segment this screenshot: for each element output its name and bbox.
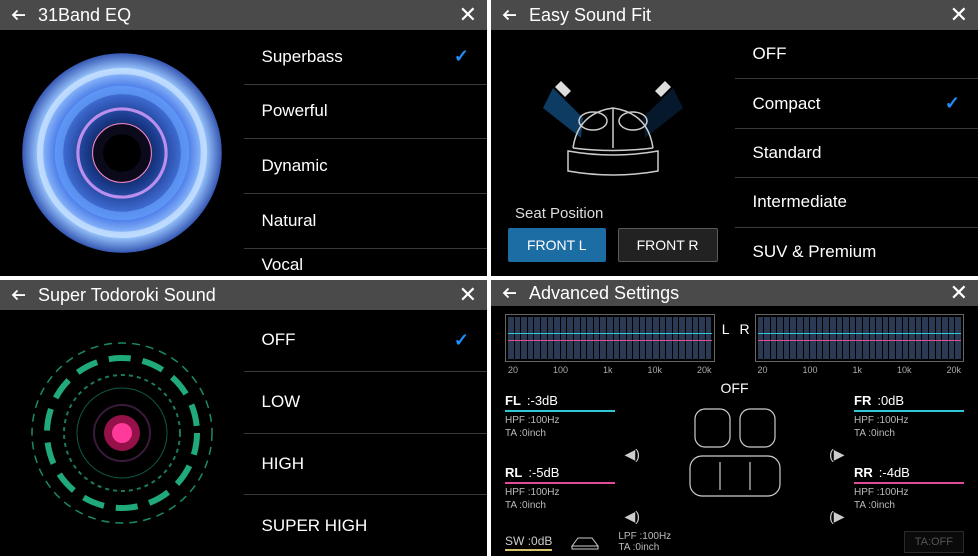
titlebar: Easy Sound Fit ✕: [491, 0, 978, 30]
panel-advanced-settings: Advanced Settings ✕ L 201001k10k20k R 20…: [491, 280, 978, 556]
back-icon[interactable]: [501, 6, 519, 24]
todoroki-list: OFF✓ LOW HIGH SUPER HIGH: [244, 310, 488, 556]
todoroki-item-low[interactable]: LOW: [244, 372, 488, 434]
lpf-block[interactable]: LPF :100Hz TA :0inch: [618, 531, 671, 553]
seat-front-r-button[interactable]: FRONT R: [618, 228, 718, 262]
spectrum-right[interactable]: R 201001k10k20k: [755, 314, 965, 362]
easyfit-list: OFF Compact✓ Standard Intermediate SUV &…: [735, 30, 978, 276]
seat-position-label: Seat Position: [515, 205, 603, 222]
channel-rl[interactable]: RL:-5dB HPF :100Hz TA :0inch: [505, 465, 615, 512]
spectrum-right-label: R: [740, 321, 750, 337]
spectrum-left-label: L: [722, 321, 730, 337]
close-icon[interactable]: ✕: [459, 2, 477, 28]
easyfit-item-intermediate[interactable]: Intermediate: [735, 178, 978, 227]
back-icon[interactable]: [10, 6, 28, 24]
panel-easy-sound-fit: Easy Sound Fit ✕: [491, 0, 978, 276]
speaker-icon: (▶: [829, 508, 844, 525]
channel-rr[interactable]: RR:-4dB HPF :100Hz TA :0inch: [854, 465, 964, 512]
subwoofer-icon: [570, 534, 600, 550]
speaker-icon: ◀): [625, 446, 640, 463]
easyfit-item-standard[interactable]: Standard: [735, 129, 978, 178]
close-icon[interactable]: ✕: [950, 280, 968, 306]
panel-title: 31Band EQ: [38, 5, 459, 26]
todoroki-artwork: [0, 310, 244, 556]
panel-31band-eq: 31Band EQ ✕: [0, 0, 487, 276]
panel-todoroki: Super Todoroki Sound ✕ OFF✓ LOW HIGH: [0, 280, 487, 556]
spectrum-left[interactable]: L 201001k10k20k: [505, 314, 715, 362]
check-icon: ✓: [454, 46, 469, 67]
panel-title: Super Todoroki Sound: [38, 285, 459, 306]
panel-title: Advanced Settings: [529, 283, 950, 304]
channel-sw[interactable]: SW :0dB: [505, 534, 552, 551]
eq-preset-list: Superbass✓ Powerful Dynamic Natural Voca…: [244, 30, 488, 276]
eq-artwork: [0, 30, 244, 276]
speaker-icon: ◀): [625, 508, 640, 525]
easyfit-item-suv-premium[interactable]: SUV & Premium: [735, 228, 978, 276]
channel-fr[interactable]: FR:0dB HPF :100Hz TA :0inch: [854, 393, 964, 440]
back-icon[interactable]: [501, 284, 519, 302]
close-icon[interactable]: ✕: [459, 282, 477, 308]
easyfit-item-compact[interactable]: Compact✓: [735, 79, 978, 128]
close-icon[interactable]: ✕: [950, 2, 968, 28]
seat-speaker-diagram: OFF ◀) (▶: [623, 380, 846, 525]
check-icon: ✓: [454, 330, 469, 351]
ta-toggle-button[interactable]: TA:OFF: [904, 531, 964, 553]
todoroki-item-off[interactable]: OFF✓: [244, 310, 488, 372]
titlebar: Advanced Settings ✕: [491, 280, 978, 306]
todoroki-item-superhigh[interactable]: SUPER HIGH: [244, 495, 488, 556]
channel-fl[interactable]: FL:-3dB HPF :100Hz TA :0inch: [505, 393, 615, 440]
easyfit-item-off[interactable]: OFF: [735, 30, 978, 79]
eq-item-natural[interactable]: Natural: [244, 194, 488, 249]
seat-position-area: Seat Position FRONT L FRONT R: [491, 30, 735, 276]
eq-item-vocal[interactable]: Vocal: [244, 249, 488, 276]
panel-title: Easy Sound Fit: [529, 5, 950, 26]
titlebar: Super Todoroki Sound ✕: [0, 280, 487, 310]
titlebar: 31Band EQ ✕: [0, 0, 487, 30]
eq-item-dynamic[interactable]: Dynamic: [244, 139, 488, 194]
eq-item-superbass[interactable]: Superbass✓: [244, 30, 488, 85]
todoroki-item-high[interactable]: HIGH: [244, 434, 488, 496]
check-icon: ✓: [945, 93, 960, 114]
back-icon[interactable]: [10, 286, 28, 304]
car-diagram: [505, 40, 721, 205]
speaker-icon: (▶: [829, 446, 844, 463]
seat-front-l-button[interactable]: FRONT L: [508, 228, 606, 262]
eq-item-powerful[interactable]: Powerful: [244, 85, 488, 140]
center-off-label: OFF: [721, 380, 749, 396]
